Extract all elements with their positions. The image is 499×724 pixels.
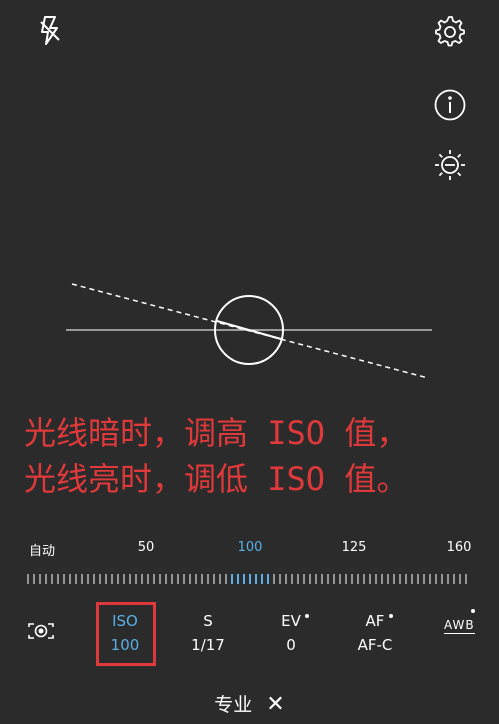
annotation-text: 光线暗时，调高 ISO 值， 光线亮时，调低 ISO 值。	[24, 410, 408, 502]
param-ev-dot	[305, 614, 309, 618]
iso-scale-labels: 自动 50 100 125 160	[0, 540, 499, 560]
param-shutter-value: 1/17	[191, 636, 225, 654]
param-iso-value: 100	[110, 636, 140, 654]
param-af-value: AF-C	[357, 636, 393, 654]
param-ev-name: EV	[281, 612, 301, 630]
iso-slider[interactable]	[0, 570, 499, 590]
mode-bar: 专业 ✕	[0, 686, 499, 724]
annotation-line-2: 光线亮时，调低 ISO 值。	[24, 460, 409, 498]
param-shutter-name: S	[203, 612, 213, 630]
param-ev-value: 0	[286, 636, 296, 654]
param-iso-name: ISO	[112, 612, 138, 630]
awb-button[interactable]: AWB	[444, 618, 475, 634]
param-row: ISO 100 S 1/17 EV 0 AF AF-C	[0, 604, 499, 664]
awb-dot	[471, 609, 475, 613]
annotation-line-1: 光线暗时，调高 ISO 值，	[24, 414, 409, 452]
param-shutter[interactable]: S 1/17	[173, 610, 243, 658]
param-af-dot	[389, 614, 393, 618]
param-af-name: AF	[365, 612, 385, 630]
iso-scale-label-125[interactable]: 125	[342, 540, 367, 555]
param-ev[interactable]: EV 0	[256, 610, 326, 658]
iso-scale-label-160[interactable]: 160	[447, 540, 472, 555]
iso-scale-label-auto[interactable]: 自动	[29, 540, 55, 559]
param-iso[interactable]: ISO 100	[90, 610, 160, 658]
iso-scale-label-100[interactable]: 100	[238, 540, 263, 555]
param-af[interactable]: AF AF-C	[340, 610, 410, 658]
iso-scale-label-50[interactable]: 50	[138, 540, 155, 555]
mode-label: 专业	[214, 694, 253, 716]
level-indicator	[66, 283, 432, 379]
close-icon[interactable]: ✕	[266, 686, 284, 724]
